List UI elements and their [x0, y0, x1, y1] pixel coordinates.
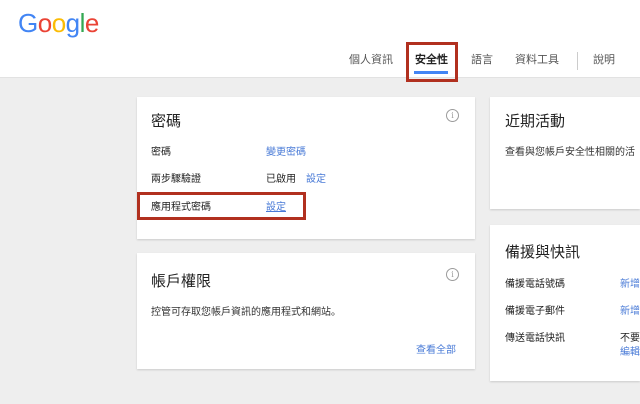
recent-activity-description: 查看與您帳戶安全性相關的活	[505, 147, 635, 158]
google-logo[interactable]: Google	[18, 6, 99, 40]
card-title: 備援與快訊	[505, 243, 581, 261]
logo-letter: o	[37, 8, 52, 38]
row-label-recovery-phone: 備援電話號碼	[505, 279, 565, 290]
top-header: Google 個人資訊 安全性 語言 資料工具 說明	[0, 0, 640, 78]
tab-help[interactable]: 說明	[593, 52, 615, 68]
card-title: 密碼	[151, 112, 182, 130]
logo-letter: o	[51, 8, 66, 38]
row-label-phone-alerts: 傳送電話快訊	[505, 333, 565, 344]
row-label-recovery-email: 備援電子郵件	[505, 306, 565, 317]
recent-activity-card: 近期活動 查看與您帳戶安全性相關的活	[490, 97, 640, 209]
tab-language[interactable]: 語言	[471, 52, 493, 68]
2sv-settings-link[interactable]: 設定	[306, 170, 326, 185]
change-password-link[interactable]: 變更密碼	[266, 143, 306, 158]
info-icon[interactable]: i	[446, 268, 459, 281]
permissions-description: 控管可存取您帳戶資訊的應用程式和網站。	[151, 307, 341, 318]
phone-alerts-value: 不要	[620, 333, 640, 344]
row-label-2sv: 兩步驟驗證	[151, 174, 201, 185]
logo-letter: g	[65, 8, 80, 38]
tab-divider	[577, 52, 578, 70]
tab-personal-info[interactable]: 個人資訊	[349, 52, 393, 68]
view-all-link[interactable]: 查看全部	[416, 341, 456, 356]
logo-letter: e	[84, 8, 99, 38]
logo-letter: G	[18, 8, 38, 38]
tab-data-tools[interactable]: 資料工具	[515, 52, 559, 68]
highlight-box-app-passwords	[137, 192, 306, 220]
card-title: 帳戶權限	[151, 272, 212, 290]
account-permissions-card: 帳戶權限 i 控管可存取您帳戶資訊的應用程式和網站。 查看全部	[137, 253, 475, 369]
add-recovery-email-link[interactable]: 新增	[620, 302, 640, 317]
add-recovery-phone-link[interactable]: 新增	[620, 275, 640, 290]
row-label-password: 密碼	[151, 147, 171, 158]
edit-phone-alerts-link[interactable]: 編輯	[620, 343, 640, 358]
info-icon[interactable]: i	[446, 109, 459, 122]
2sv-status: 已啟用	[266, 174, 296, 185]
highlight-box-security-tab	[406, 42, 458, 82]
card-title: 近期活動	[505, 112, 566, 130]
recovery-alerts-card: 備援與快訊 備援電話號碼 新增 備援電子郵件 新增 傳送電話快訊 不要 編輯	[490, 225, 640, 381]
